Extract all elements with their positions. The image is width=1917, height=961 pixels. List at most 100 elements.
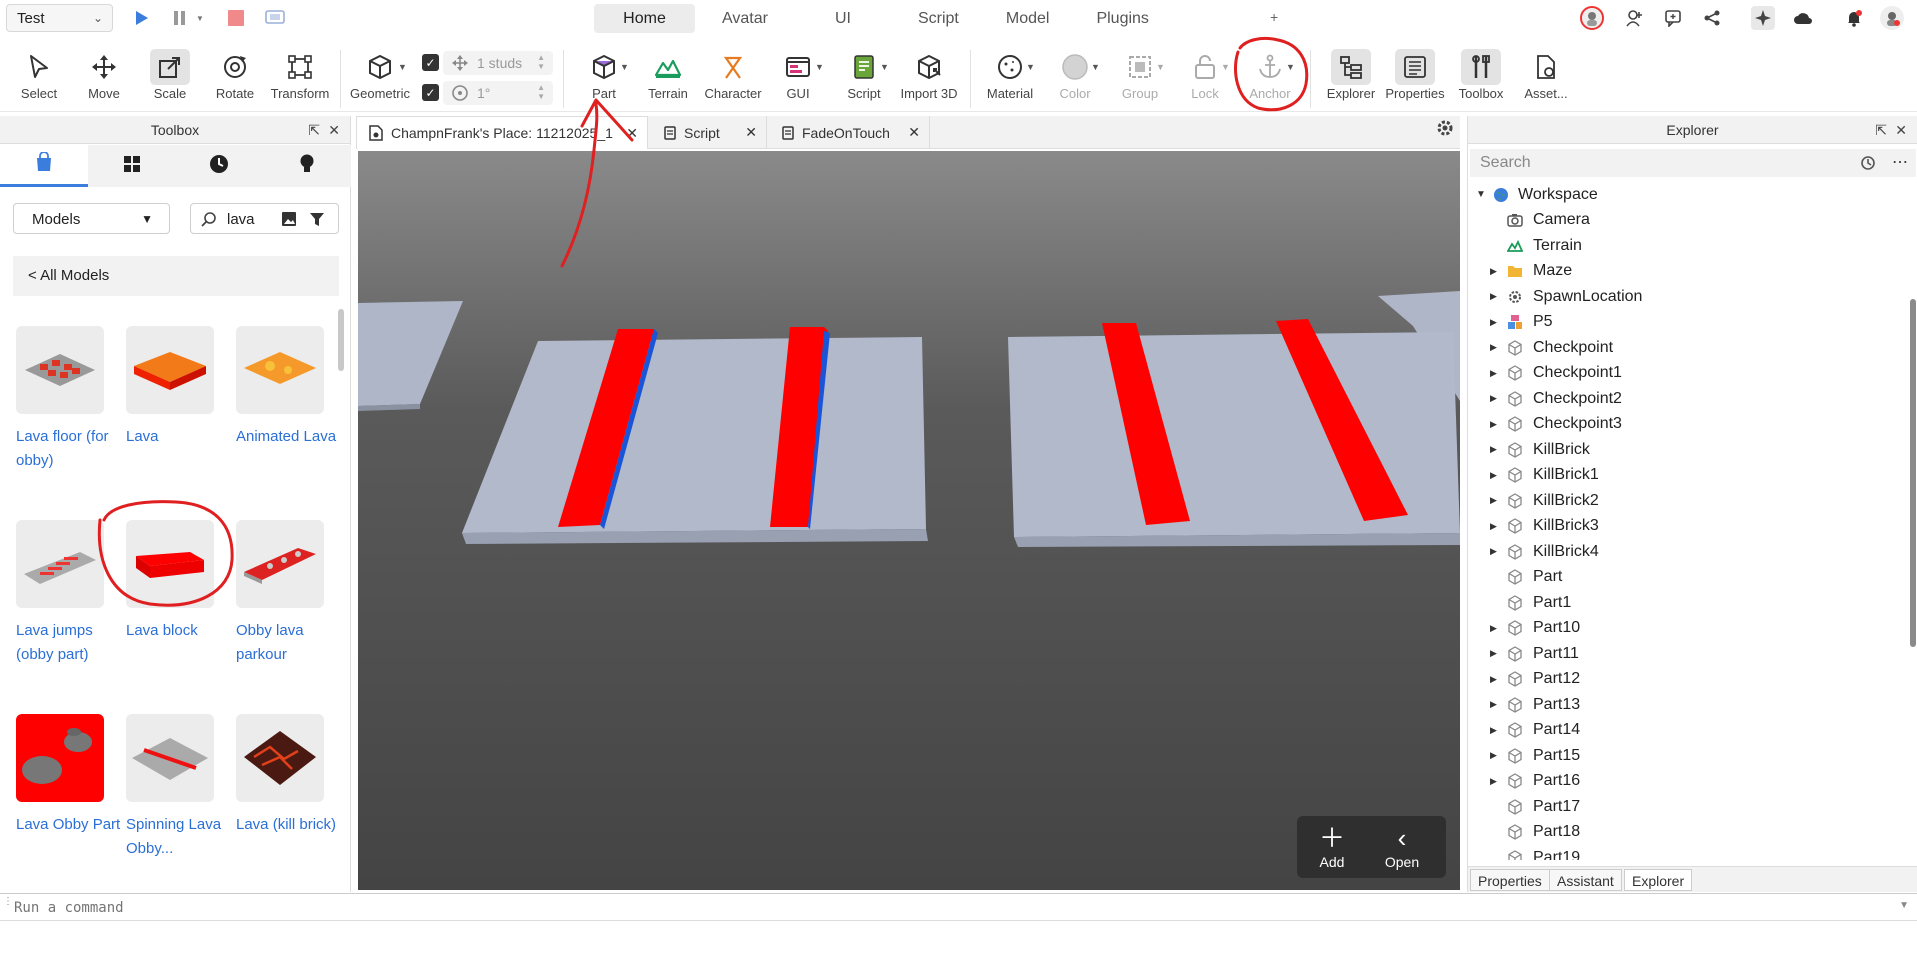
gui-button[interactable]: GUI (768, 49, 828, 109)
play-options-chevron-icon[interactable]: ▼ (194, 8, 206, 28)
chevron-down-icon[interactable]: ▼ (398, 62, 407, 72)
collapsed-arrow-icon[interactable]: ▶ (1490, 342, 1500, 353)
script-insert-button[interactable]: Script (834, 49, 894, 109)
tab-properties[interactable]: Properties (1470, 869, 1550, 891)
notifications-bell-icon[interactable] (1842, 6, 1866, 30)
tree-item-part17[interactable]: Part17 (1468, 794, 1906, 819)
undock-icon[interactable]: ⇱ (1875, 122, 1887, 139)
chevron-down-icon[interactable]: ▼ (1899, 900, 1909, 911)
close-tab-icon[interactable]: ✕ (908, 124, 920, 141)
move-snap-field[interactable]: 1 studs ▲ ▼ (443, 51, 553, 75)
tree-item-killbrick2[interactable]: ▶ KillBrick2 (1468, 488, 1906, 513)
toolbox-search-input[interactable]: lava (190, 203, 339, 234)
collapsed-arrow-icon[interactable]: ▶ (1490, 674, 1500, 685)
chevron-down-icon[interactable]: ▼ (1091, 62, 1100, 72)
viewport-settings-gear-icon[interactable] (1436, 119, 1454, 142)
tab-model[interactable]: Model (986, 4, 1070, 33)
geometric-mode-button[interactable]: Geometric (350, 49, 410, 109)
collapsed-arrow-icon[interactable]: ▶ (1490, 495, 1500, 506)
explorer-search-input[interactable]: Search ⋯ (1470, 149, 1916, 177)
category-dropdown[interactable]: Models ▼ (13, 203, 170, 234)
properties-toggle-button[interactable]: Properties (1385, 49, 1445, 109)
pause-icon[interactable] (170, 8, 190, 28)
tree-item-part18[interactable]: Part18 (1468, 820, 1906, 845)
asset-card[interactable]: Obby lava parkour (236, 520, 346, 663)
close-icon[interactable]: ✕ (1895, 122, 1907, 139)
asset-card[interactable]: Lava (kill brick) (236, 714, 346, 854)
chevron-down-icon[interactable]: ▼ (1026, 62, 1035, 72)
cloud-icon[interactable] (1791, 6, 1815, 30)
chevron-down-icon[interactable]: ▼ (1286, 62, 1295, 72)
group-button[interactable]: Group (1110, 49, 1170, 109)
tree-item-killbrick[interactable]: ▶ KillBrick (1468, 437, 1906, 462)
part-insert-button[interactable]: Part (574, 49, 634, 109)
asset-card[interactable]: Spinning Lava Obby... (126, 714, 236, 857)
explorer-scrollbar[interactable] (1910, 299, 1916, 647)
collapsed-arrow-icon[interactable]: ▶ (1490, 266, 1500, 277)
tab-script[interactable]: Script ✕ (652, 116, 767, 149)
tree-item-part10[interactable]: ▶ Part10 (1468, 616, 1906, 641)
tab-home[interactable]: Home (594, 4, 695, 33)
device-emulator-icon[interactable] (265, 8, 285, 28)
select-tool-button[interactable]: Select (9, 49, 69, 109)
asset-card[interactable]: Animated Lava (236, 326, 346, 466)
collapsed-arrow-icon[interactable]: ▶ (1490, 546, 1500, 557)
assistant-sparkle-icon[interactable] (1751, 6, 1775, 30)
collapsed-arrow-icon[interactable]: ▶ (1490, 725, 1500, 736)
asset-card[interactable]: Lava block (126, 520, 236, 660)
tree-item-part1[interactable]: Part1 (1468, 590, 1906, 615)
collapsed-arrow-icon[interactable]: ▶ (1490, 444, 1500, 455)
share-icon[interactable] (1700, 6, 1724, 30)
tab-explorer[interactable]: Explorer (1624, 869, 1693, 891)
tree-item-spawnlocation[interactable]: ▶ SpawnLocation (1468, 284, 1906, 309)
tree-item-terrain[interactable]: Terrain (1468, 233, 1906, 258)
add-button[interactable]: ＋ Add (1297, 816, 1367, 878)
tree-item-p5[interactable]: ▶ P5 (1468, 310, 1906, 335)
tree-item-part[interactable]: Part (1468, 565, 1906, 590)
tab-recent[interactable] (176, 145, 264, 187)
tree-item-checkpoint3[interactable]: ▶ Checkpoint3 (1468, 412, 1906, 437)
chat-icon[interactable] (1661, 6, 1685, 30)
collapsed-arrow-icon[interactable]: ▶ (1490, 623, 1500, 634)
collapsed-arrow-icon[interactable]: ▶ (1490, 317, 1500, 328)
scale-tool-button[interactable]: Scale (140, 49, 200, 109)
collapsed-arrow-icon[interactable]: ▶ (1490, 648, 1500, 659)
toolbox-toggle-button[interactable]: Toolbox (1451, 49, 1511, 109)
history-icon[interactable] (1860, 155, 1876, 176)
tree-item-checkpoint1[interactable]: ▶ Checkpoint1 (1468, 361, 1906, 386)
tab-marketplace[interactable] (0, 145, 88, 187)
chevron-down-icon[interactable]: ▼ (815, 62, 824, 72)
chevron-down-icon[interactable]: ▼ (1156, 62, 1165, 72)
tree-item-killbrick1[interactable]: ▶ KillBrick1 (1468, 463, 1906, 488)
tree-item-part15[interactable]: ▶ Part15 (1468, 743, 1906, 768)
tree-item-part13[interactable]: ▶ Part13 (1468, 692, 1906, 717)
all-models-link[interactable]: < All Models (13, 256, 339, 296)
add-collaborator-icon[interactable] (1622, 6, 1646, 30)
stop-icon[interactable] (226, 8, 246, 28)
tab-plugins[interactable]: Plugins (1076, 4, 1168, 33)
undock-icon[interactable]: ⇱ (308, 122, 320, 139)
tree-item-part12[interactable]: ▶ Part12 (1468, 667, 1906, 692)
move-snap-checkbox[interactable]: ✓ (422, 54, 439, 71)
tab-creations[interactable] (263, 145, 351, 187)
transform-tool-button[interactable]: Transform (270, 49, 330, 109)
image-search-icon[interactable] (281, 211, 297, 231)
rotate-tool-button[interactable]: Rotate (205, 49, 265, 109)
3d-viewport[interactable] (358, 151, 1460, 890)
tab-avatar[interactable]: Avatar (702, 4, 788, 33)
command-input[interactable] (14, 898, 1894, 918)
chevron-down-icon[interactable]: ▼ (880, 62, 889, 72)
tree-item-checkpoint[interactable]: ▶ Checkpoint (1468, 335, 1906, 360)
close-tab-icon[interactable]: ✕ (745, 124, 757, 141)
tab-place[interactable]: ChampnFrank's Place: 11212025_1 ✕ (356, 116, 648, 149)
explorer-toggle-button[interactable]: Explorer (1321, 49, 1381, 109)
rotate-snap-checkbox[interactable]: ✓ (422, 84, 439, 101)
drag-handle-icon[interactable]: ⋮ (3, 897, 13, 907)
test-mode-select[interactable]: Test ⌄ (6, 4, 113, 32)
tab-ui[interactable]: UI (815, 4, 871, 33)
collapsed-arrow-icon[interactable]: ▶ (1490, 699, 1500, 710)
asset-card[interactable]: Lava jumps (obby part) (16, 520, 126, 663)
user-avatar-icon[interactable] (1580, 6, 1604, 30)
tree-item-killbrick4[interactable]: ▶ KillBrick4 (1468, 539, 1906, 564)
tab-script[interactable]: Script (898, 4, 979, 33)
